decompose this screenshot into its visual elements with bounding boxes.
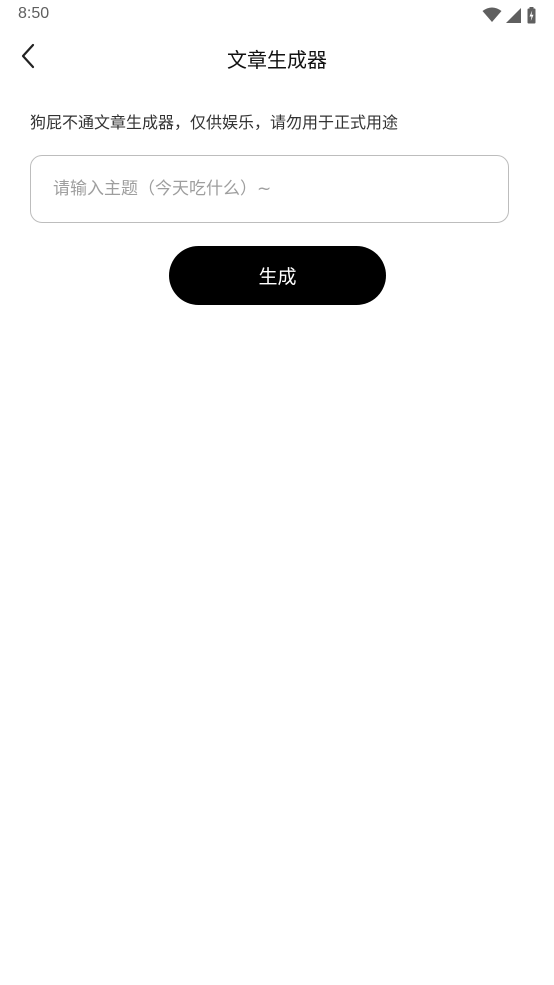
app-bar: 文章生成器	[0, 30, 554, 86]
wifi-icon	[482, 7, 502, 23]
page-title: 文章生成器	[227, 48, 327, 72]
status-time: 8:50	[18, 5, 50, 22]
battery-charging-icon	[527, 6, 536, 24]
article-generator-screen: 8:50 文章生成器 狗屁不通文章生成器，仅供娱乐，请勿用于正式用途 请输入主题…	[0, 0, 554, 985]
signal-icon	[506, 7, 521, 23]
status-bar: 8:50	[0, 0, 554, 30]
topic-input[interactable]	[30, 155, 509, 223]
status-icons	[482, 6, 536, 24]
description-text: 狗屁不通文章生成器，仅供娱乐，请勿用于正式用途	[30, 113, 399, 132]
generate-button[interactable]: 生成	[169, 246, 386, 305]
